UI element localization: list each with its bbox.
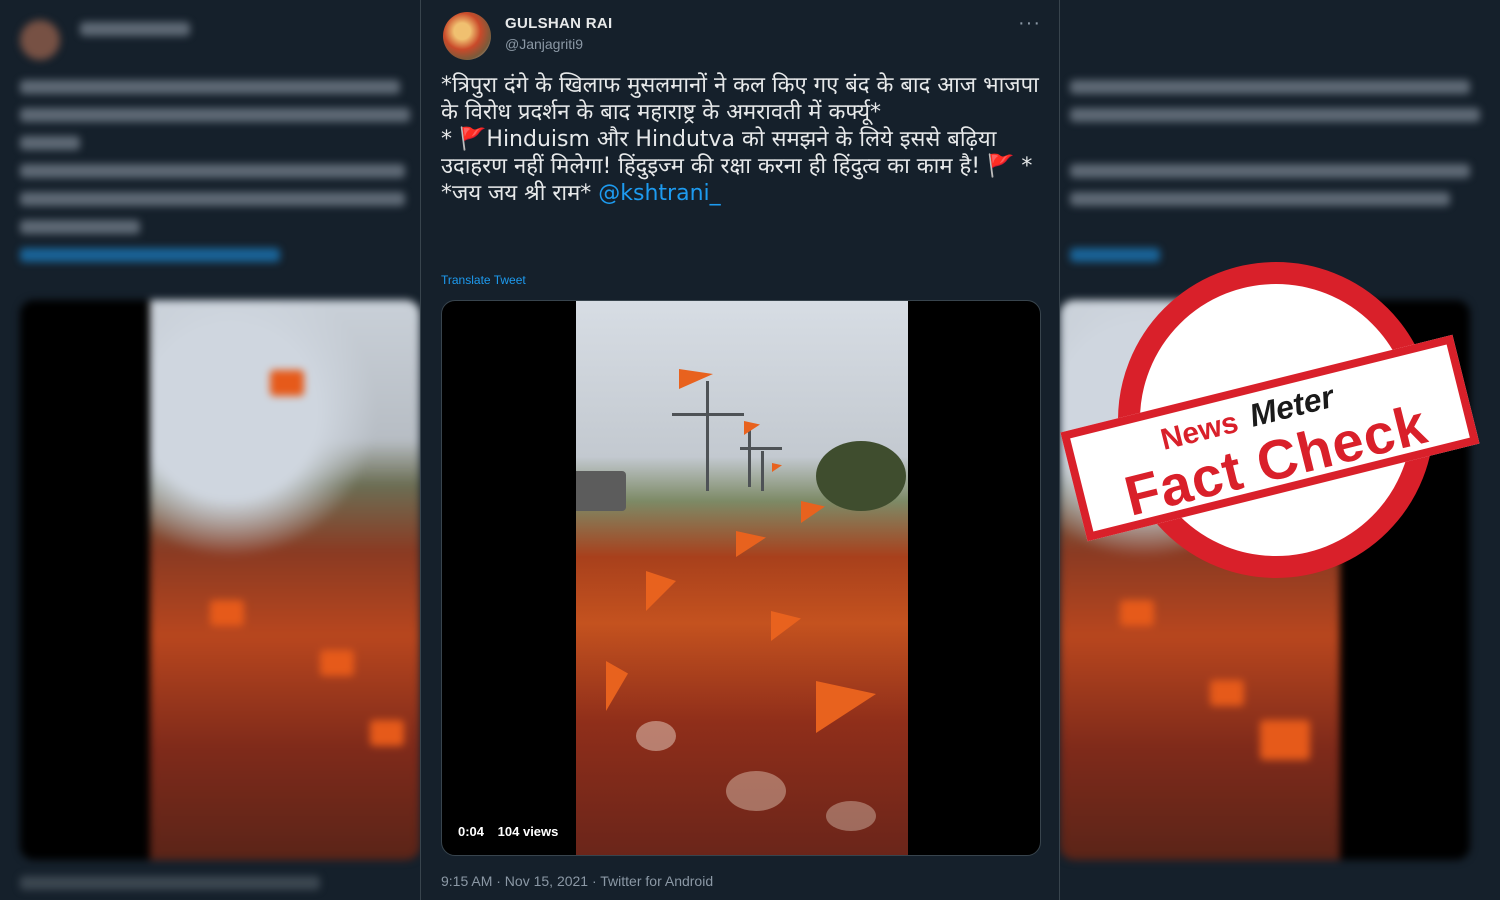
- video-metadata: 0:04 104 views: [458, 824, 568, 839]
- line-2-prefix: *: [441, 127, 459, 152]
- background-blur-left: [0, 0, 420, 900]
- video-view-count: 104 views: [497, 824, 559, 839]
- red-flag-icon: 🚩: [459, 127, 487, 152]
- more-options-button[interactable]: ···: [1018, 12, 1041, 35]
- avatar[interactable]: [443, 12, 491, 60]
- translate-tweet-link[interactable]: Translate Tweet: [441, 273, 526, 287]
- tweet-card: GULSHAN RAI @Janjagriti9 ··· *त्रिपुरा द…: [420, 0, 1060, 900]
- red-flag-icon: 🚩: [987, 154, 1015, 179]
- tweet-line-3-text: *जय जय श्री राम*: [441, 181, 592, 206]
- line-2-suffix: *: [1014, 154, 1033, 179]
- video-elapsed-time: 0:04: [458, 824, 485, 839]
- author-name[interactable]: GULSHAN RAI: [505, 15, 612, 32]
- tweet-line-3: *जय जय श्री राम* @kshtrani_: [441, 180, 1041, 207]
- tweet-timestamp[interactable]: 9:15 AM · Nov 15, 2021 · Twitter for And…: [441, 873, 713, 889]
- fact-check-stamp: News Meter Fact Check: [1060, 262, 1480, 592]
- mention-link[interactable]: @kshtrani_: [598, 181, 720, 206]
- tweet-line-2-text: Hinduism और Hindutva को समझने के लिये इस…: [441, 127, 997, 179]
- tweet-line-2: * 🚩Hinduism और Hindutva को समझने के लिये…: [441, 126, 1041, 180]
- tweet-line-1: *त्रिपुरा दंगे के खिलाफ मुसलमानों ने कल …: [441, 73, 1039, 125]
- video-frame[interactable]: [576, 301, 908, 855]
- author-handle[interactable]: @Janjagriti9: [505, 36, 583, 52]
- video-player[interactable]: 0:04 104 views: [441, 300, 1041, 856]
- tweet-body: *त्रिपुरा दंगे के खिलाफ मुसलमानों ने कल …: [441, 72, 1041, 207]
